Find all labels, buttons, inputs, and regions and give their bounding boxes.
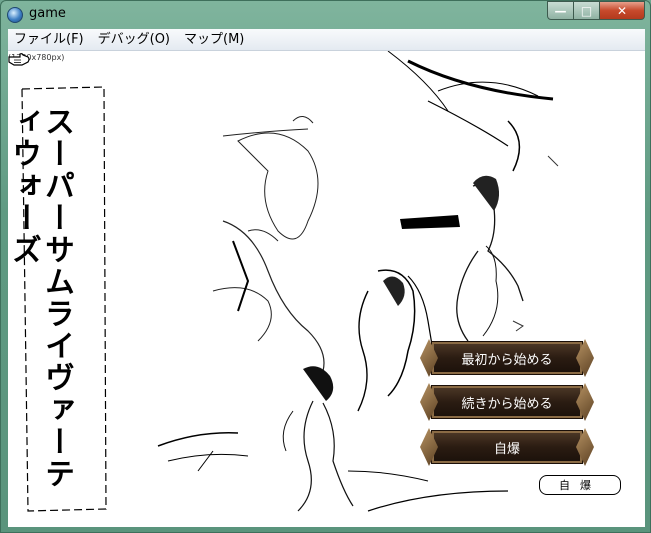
menu-bar: ファイル(F) デバッグ(O) マップ(M) [8,29,645,51]
app-window: game — □ ✕ ファイル(F) デバッグ(O) マップ(M) (1280x… [0,0,651,533]
close-button[interactable]: ✕ [600,1,645,20]
self-destruct-button[interactable]: 自爆 [432,431,582,463]
pointing-hand-icon [8,53,30,66]
minimize-button[interactable]: — [547,1,574,20]
game-title-vertical: スーパーサムライヴァーティウォーズ [8,106,74,490]
self-destruct-tag: 自爆 [539,475,621,495]
menu-map[interactable]: マップ(M) [178,30,250,49]
window-title: game [29,6,66,21]
game-canvas[interactable]: (1280x780px) スーパーサムライヴァーティウォーズ 最初から始める 続… [8,51,645,527]
continue-button[interactable]: 続きから始める [432,386,582,418]
menu-file[interactable]: ファイル(F) [8,30,90,49]
app-globe-icon [7,7,23,23]
title-bar[interactable]: game — □ ✕ [1,1,650,29]
menu-debug[interactable]: デバッグ(O) [92,30,176,49]
maximize-button[interactable]: □ [574,1,600,20]
new-game-button[interactable]: 最初から始める [432,342,582,374]
window-controls: — □ ✕ [547,1,645,21]
